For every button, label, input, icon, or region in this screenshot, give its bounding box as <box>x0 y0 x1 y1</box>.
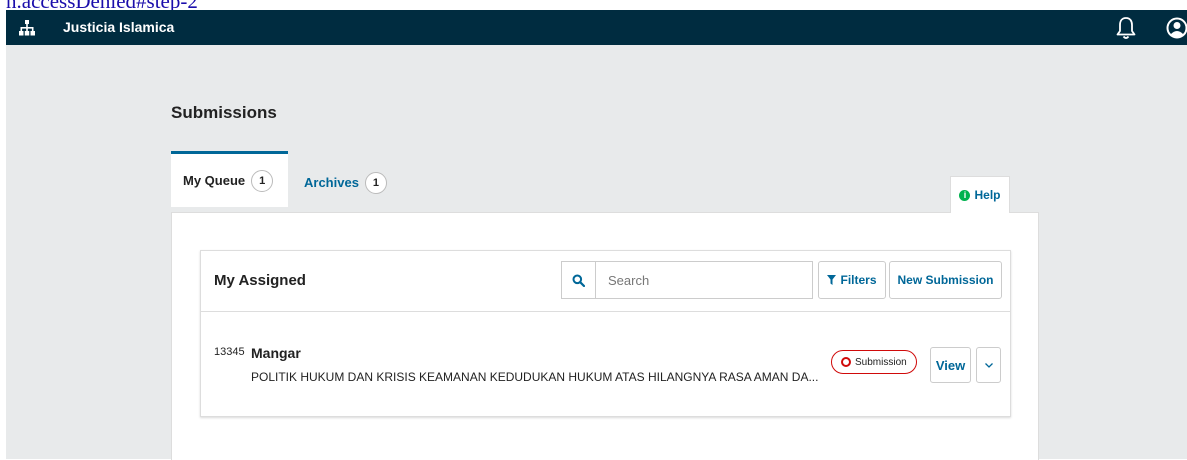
filter-icon <box>827 275 837 285</box>
filters-label: Filters <box>840 273 877 287</box>
user-avatar-icon[interactable] <box>1166 17 1187 39</box>
submission-id: 13345 <box>214 346 245 358</box>
sitemap-icon[interactable] <box>19 20 35 36</box>
bell-icon[interactable] <box>1115 16 1137 40</box>
site-title[interactable]: Justicia Islamica <box>63 10 174 45</box>
filters-button[interactable]: Filters <box>818 261 886 299</box>
help-button[interactable]: i Help <box>950 176 1010 213</box>
tab-my-queue[interactable]: My Queue 1 <box>171 151 288 207</box>
new-submission-button[interactable]: New Submission <box>889 261 1002 299</box>
info-icon: i <box>959 189 971 201</box>
page-title: Submissions <box>171 103 277 122</box>
list-item[interactable]: 13345 Mangar POLITIK HUKUM DAN KRISIS KE… <box>201 312 1010 416</box>
view-button[interactable]: View <box>930 347 971 383</box>
help-label: Help <box>974 188 1001 202</box>
search-input[interactable] <box>596 262 812 298</box>
submission-author: Mangar <box>251 345 301 361</box>
count-badge: 1 <box>364 171 387 194</box>
search-box <box>561 261 813 299</box>
stage-label: Submission <box>855 356 907 368</box>
count-badge: 1 <box>251 169 274 192</box>
stage-badge: Submission <box>831 350 917 374</box>
tab-label: My Queue <box>183 173 246 188</box>
search-icon[interactable] <box>562 262 596 298</box>
page-content: Submissions My Queue 1 Archives 1 i Help… <box>6 45 1187 460</box>
tab-label: Archives <box>304 175 359 190</box>
submissions-list-panel: My Assigned Filters New Submission <box>200 250 1011 417</box>
tab-archives[interactable]: Archives 1 <box>304 154 387 211</box>
top-navigation-bar: Justicia Islamica <box>6 10 1187 45</box>
expand-button[interactable] <box>976 347 1001 383</box>
list-title: My Assigned <box>214 272 306 289</box>
stage-dot-icon <box>841 357 851 367</box>
chevron-down-icon <box>984 362 993 368</box>
list-header: My Assigned Filters New Submission <box>201 251 1010 312</box>
submission-title: POLITIK HUKUM DAN KRISIS KEAMANAN KEDUDU… <box>251 370 819 384</box>
